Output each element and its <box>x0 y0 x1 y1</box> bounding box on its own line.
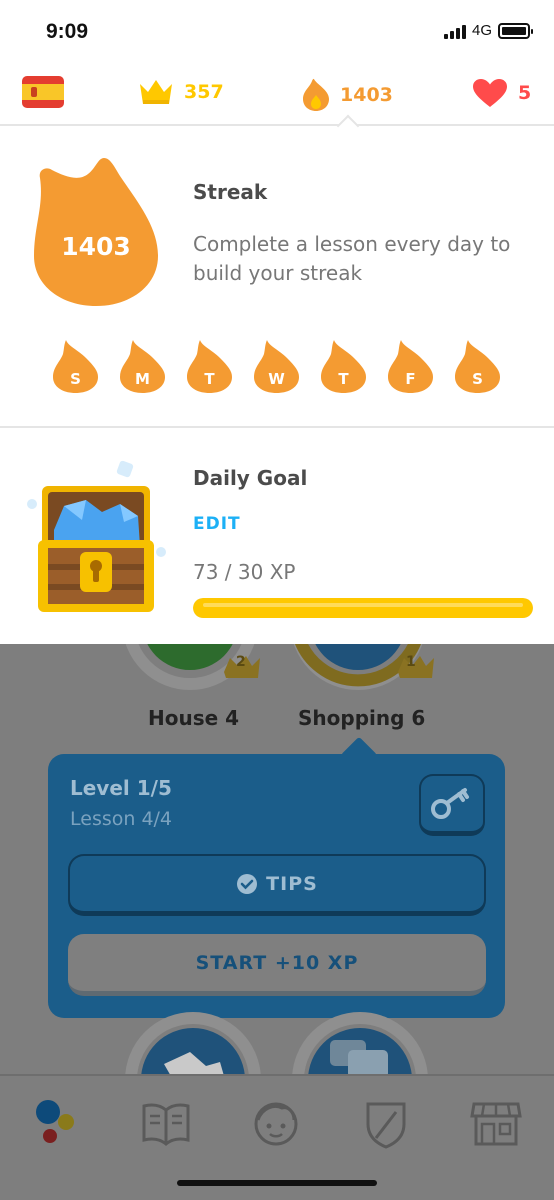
shopping-crown-level: 1 <box>406 654 416 670</box>
popup-level: Level 1/5 <box>70 776 172 800</box>
start-label: START +10 XP <box>195 951 359 974</box>
test-out-key-button[interactable] <box>419 774 485 836</box>
day-flame-saturday: S <box>454 338 501 394</box>
nav-leaderboard[interactable] <box>358 1098 414 1150</box>
tips-button[interactable]: TIPS <box>68 854 486 916</box>
goal-progress-bar <box>193 598 533 618</box>
battery-icon <box>498 22 533 39</box>
treasure-chest-icon <box>27 460 166 612</box>
day-flame-sunday: S <box>52 338 99 394</box>
skill-shopping-name[interactable]: Shopping 6 <box>298 706 425 730</box>
edit-goal-link[interactable]: EDIT <box>193 514 241 534</box>
nav-shop[interactable] <box>468 1098 524 1150</box>
start-lesson-button[interactable]: START +10 XP <box>68 934 486 996</box>
key-icon <box>431 788 469 819</box>
goal-progress-fill <box>193 598 533 618</box>
big-flame-icon <box>34 158 158 306</box>
check-circle-icon <box>237 873 258 894</box>
spanish-flag-icon[interactable] <box>22 76 64 108</box>
skill-ring-icon <box>125 644 260 690</box>
dimmed-skill-tree: 2 House 4 1 Shopping 6 Level 1/5 Lesson … <box>0 644 554 1074</box>
skill-shopping[interactable] <box>288 644 438 696</box>
streak-title: Streak <box>193 180 268 204</box>
streak-description: Complete a lesson every day to build you… <box>193 232 511 285</box>
flame-icon <box>303 78 329 111</box>
status-time: 9:09 <box>46 20 89 43</box>
day-flame-wednesday: W <box>253 338 300 394</box>
skill-ring-icon <box>125 1012 261 1074</box>
day-flame-monday: M <box>119 338 166 394</box>
nav-learn[interactable] <box>30 1098 86 1150</box>
goal-xp-text: 73 / 30 XP <box>193 560 296 584</box>
stats-header: 357 1403 5 <box>0 64 554 126</box>
streak-big-count: 1403 <box>61 232 131 261</box>
learn-icon <box>36 1100 74 1143</box>
stories-icon <box>142 1103 190 1146</box>
signal-icon <box>443 23 466 39</box>
skill-ring-icon <box>293 644 434 690</box>
hearts-stat[interactable]: 5 <box>472 78 531 108</box>
skill-below-left[interactable] <box>120 1006 270 1074</box>
streak-count: 1403 <box>340 84 393 106</box>
shop-icon <box>470 1102 522 1146</box>
streak-panel: 1403 Streak Complete a lesson every day … <box>0 128 554 428</box>
skill-ring-icon <box>292 1012 428 1074</box>
heart-icon <box>473 79 507 107</box>
tips-label: TIPS <box>266 872 318 895</box>
leaderboard-icon <box>366 1102 406 1149</box>
week-days: S M T W T F S <box>52 338 501 394</box>
day-flame-tuesday: T <box>186 338 233 394</box>
status-indicators: 4G <box>443 22 533 39</box>
popup-lesson: Lesson 4/4 <box>70 808 173 830</box>
profile-icon <box>254 1102 298 1146</box>
house-crown-level: 2 <box>236 654 246 670</box>
streak-stat[interactable]: 1403 <box>302 78 393 112</box>
skill-below-right[interactable] <box>286 1006 436 1074</box>
crowns-stat[interactable]: 357 <box>138 78 224 106</box>
skill-house-name[interactable]: House 4 <box>148 706 239 730</box>
crowns-count: 357 <box>184 81 224 103</box>
daily-goal-panel: Daily Goal EDIT 73 / 30 XP <box>0 430 554 644</box>
status-bar: 9:09 4G <box>0 0 554 64</box>
day-flame-friday: F <box>387 338 434 394</box>
day-flame-thursday: T <box>320 338 367 394</box>
lesson-popup: Level 1/5 Lesson 4/4 TIPS START +10 XP <box>48 754 505 1018</box>
network-type: 4G <box>471 22 492 39</box>
home-indicator[interactable] <box>177 1180 377 1186</box>
daily-goal-title: Daily Goal <box>193 466 308 490</box>
skill-house[interactable] <box>120 644 260 696</box>
hearts-count: 5 <box>518 82 532 104</box>
nav-stories[interactable] <box>138 1098 194 1150</box>
crown-icon <box>140 80 172 104</box>
nav-profile[interactable] <box>248 1098 304 1150</box>
